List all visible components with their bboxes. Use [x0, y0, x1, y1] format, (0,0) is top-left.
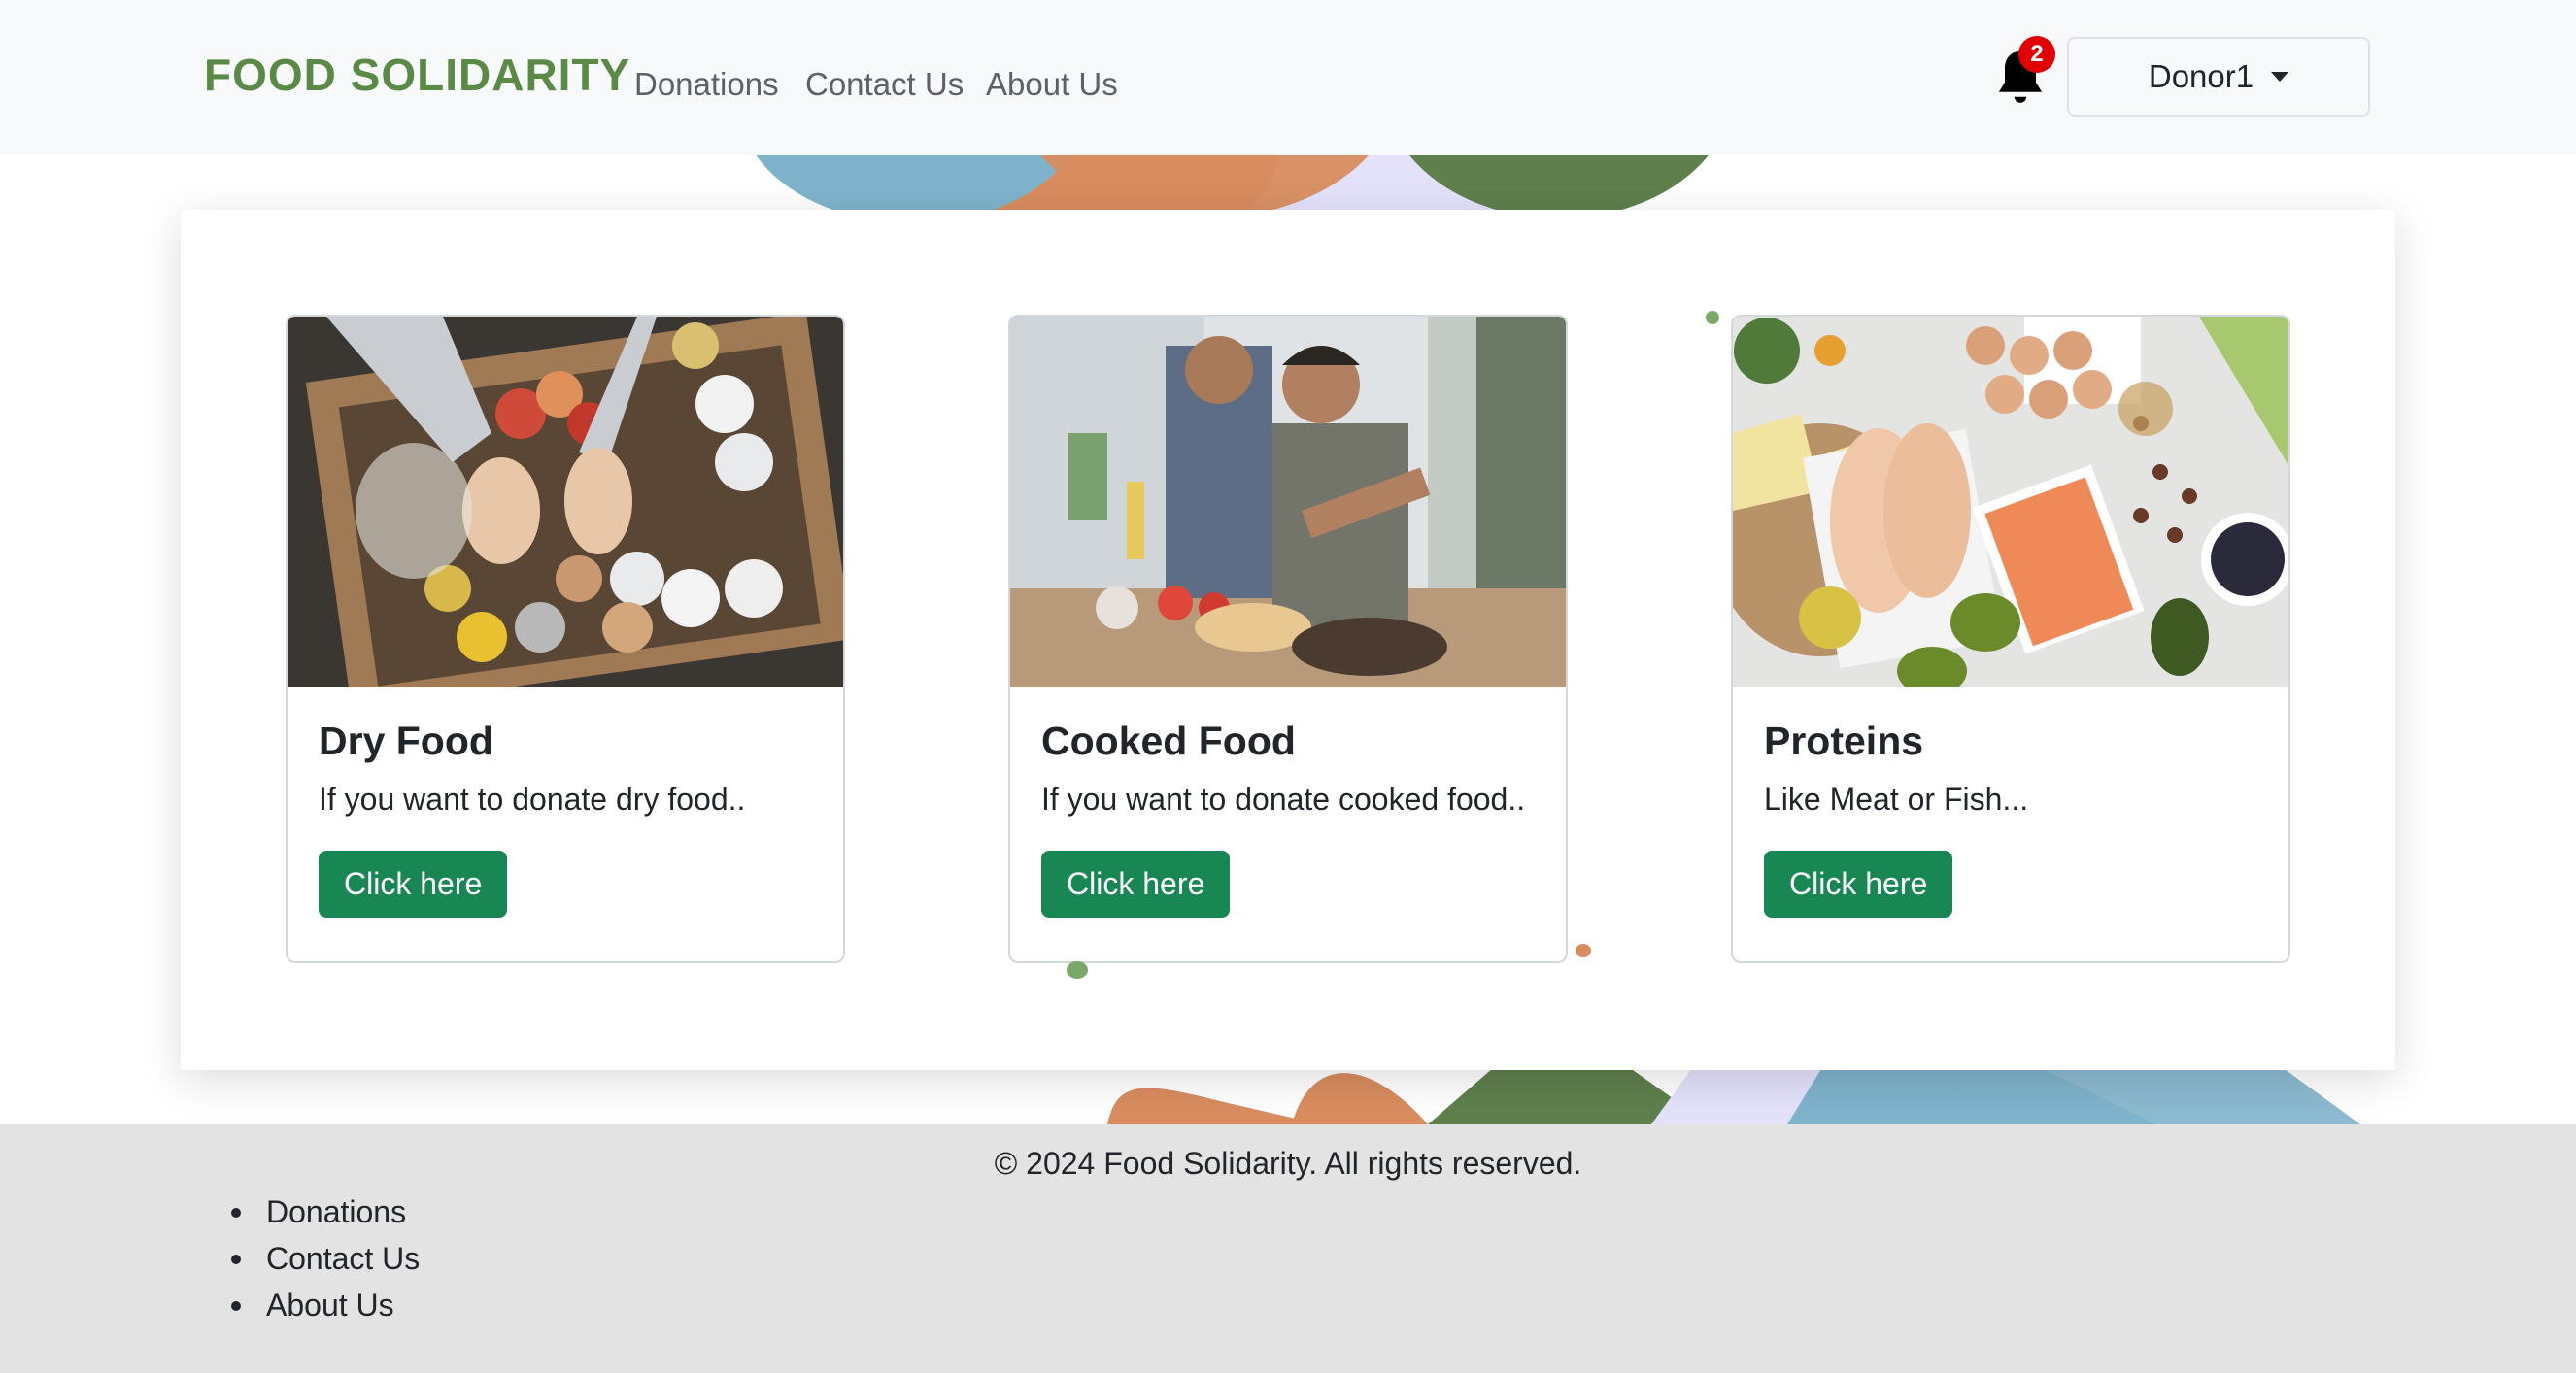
card-title: Proteins [1764, 719, 1924, 763]
dry-food-image [288, 317, 843, 687]
copyright-text: © 2024 Food Solidarity. All rights reser… [994, 1146, 1582, 1181]
proteins-click-here-button[interactable]: Click here [1764, 851, 1953, 918]
user-menu-dropdown[interactable]: Donor1 [2067, 37, 2370, 117]
decorative-dot [1576, 944, 1591, 957]
nav-link-donations[interactable]: Donations [634, 66, 779, 103]
footer-link-contact-us[interactable]: Contact Us [231, 1235, 420, 1282]
donation-categories-panel: Dry Food If you want to donate dry food.… [181, 210, 2395, 1070]
footer-links: Donations Contact Us About Us [231, 1189, 420, 1328]
notification-count-badge: 2 [2018, 36, 2055, 73]
decorative-dot [1706, 311, 1719, 324]
page-footer: © 2024 Food Solidarity. All rights reser… [0, 1124, 2576, 1373]
decorative-dot [1067, 961, 1088, 979]
cooked-food-click-here-button[interactable]: Click here [1041, 851, 1231, 918]
user-menu-label: Donor1 [2148, 58, 2254, 94]
card-dry-food: Dry Food If you want to donate dry food.… [286, 315, 845, 963]
cooked-food-image [1010, 317, 1566, 687]
nav-link-about-us[interactable]: About Us [986, 66, 1118, 103]
card-proteins: Proteins Like Meat or Fish... Click here [1731, 315, 2290, 963]
card-text: If you want to donate dry food.. [319, 782, 746, 817]
footer-link-about-us[interactable]: About Us [231, 1282, 420, 1328]
card-title: Dry Food [319, 719, 493, 763]
proteins-image [1733, 317, 2288, 687]
caret-down-icon [2271, 72, 2289, 82]
top-navbar: FOOD SOLIDARITY Donations Contact Us Abo… [0, 0, 2576, 155]
footer-link-donations[interactable]: Donations [231, 1189, 420, 1235]
dry-food-click-here-button[interactable]: Click here [319, 851, 508, 918]
card-text: If you want to donate cooked food.. [1041, 782, 1526, 817]
card-cooked-food: Cooked Food If you want to donate cooked… [1008, 315, 1568, 963]
card-title: Cooked Food [1041, 719, 1296, 763]
nav-link-contact-us[interactable]: Contact Us [805, 66, 964, 103]
brand-logo-link[interactable]: FOOD SOLIDARITY [204, 49, 630, 101]
card-text: Like Meat or Fish... [1764, 782, 2029, 817]
